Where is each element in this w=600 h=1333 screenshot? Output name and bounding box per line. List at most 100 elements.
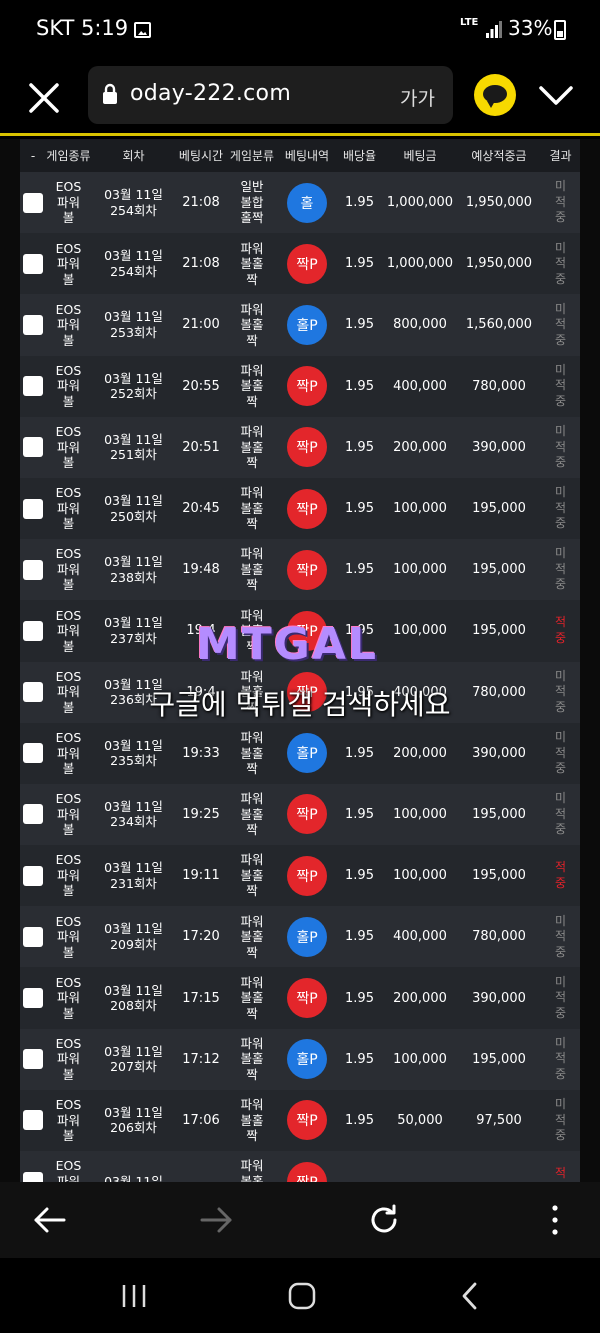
row-checkbox-cell[interactable]	[20, 1171, 46, 1182]
bet-detail-cell: 짝P	[278, 549, 336, 590]
round-cell: 03월 11일 206회차	[91, 1105, 176, 1136]
bet-time: 21:08	[182, 256, 220, 272]
row-checkbox[interactable]	[23, 437, 43, 458]
row-checkbox[interactable]	[23, 620, 43, 641]
row-checkbox[interactable]	[23, 682, 43, 703]
row-checkbox-cell[interactable]	[20, 743, 46, 764]
signal-icon	[486, 21, 502, 38]
round-date: 03월 11일	[104, 493, 163, 509]
row-checkbox[interactable]	[23, 559, 43, 580]
result-status: 미적중	[554, 730, 567, 776]
expected-payout-cell: 195,000	[457, 501, 541, 516]
more-options-icon[interactable]	[535, 1200, 575, 1240]
game-category-cell: 파워 볼홀 짝	[226, 302, 278, 349]
table-row: EOS 파워볼 03월 11일 235회차 19:33 파워 볼홀 짝 홀P 1.95 200…	[20, 722, 580, 784]
row-checkbox[interactable]	[23, 988, 43, 1009]
round-cell: 03월 11일 235회차	[91, 738, 176, 769]
row-checkbox[interactable]	[23, 1049, 43, 1070]
table-row: EOS 파워볼 03월 11일 237회차 19:4 파워 볼홀 짝 짝P 1.95 100,…	[20, 600, 580, 662]
close-icon[interactable]	[22, 76, 66, 120]
bet-detail-cell: 짝P	[278, 794, 336, 835]
lte-icon: LTE	[460, 17, 479, 28]
header-bet-time: 베팅시간	[178, 149, 224, 163]
game-type: EOS 파워볼	[55, 607, 82, 654]
row-checkbox-cell[interactable]	[20, 253, 46, 274]
result-cell: 미적중	[541, 1036, 580, 1083]
bet-time-cell: 20:51	[176, 440, 226, 455]
address-bar[interactable]: oday-222.com 가가	[88, 66, 453, 124]
expected-payout: 780,000	[472, 684, 526, 700]
expected-payout: 195,000	[472, 806, 526, 822]
row-checkbox[interactable]	[23, 314, 43, 335]
row-checkbox[interactable]	[23, 865, 43, 886]
row-checkbox[interactable]	[23, 1110, 43, 1131]
bet-history-table: - 게임종류 회차 베팅시간 게임분류 베팅내역 배당율 베팅금 예상적중금 결과 EOS 파워볼…	[20, 139, 580, 1182]
battery-icon	[554, 20, 566, 40]
row-checkbox-cell[interactable]	[20, 376, 46, 397]
row-checkbox-cell[interactable]	[20, 559, 46, 580]
text-size-button[interactable]: 가가	[400, 84, 435, 111]
row-checkbox[interactable]	[23, 1171, 43, 1182]
refresh-icon[interactable]	[364, 1200, 404, 1240]
odds-value: 1.95	[345, 1051, 374, 1067]
odds-cell: 1.95	[336, 562, 383, 577]
expected-payout-cell: 195,000	[457, 623, 541, 638]
bet-time: 17:15	[182, 990, 220, 1006]
bet-time: 17:06	[182, 1112, 220, 1128]
row-checkbox-cell[interactable]	[20, 1049, 46, 1070]
row-checkbox-cell[interactable]	[20, 926, 46, 947]
result-status: 미적중	[554, 485, 567, 531]
row-checkbox-cell[interactable]	[20, 682, 46, 703]
round-date: 03월 11일	[104, 921, 163, 937]
row-checkbox[interactable]	[23, 376, 43, 397]
row-checkbox-cell[interactable]	[20, 620, 46, 641]
bet-amount: 50,000	[397, 1112, 443, 1128]
result-status: 미적중	[554, 791, 567, 837]
game-type-cell: EOS 파워볼	[46, 1036, 91, 1083]
bet-time-cell: 21:08	[176, 195, 226, 210]
game-category: 파워 볼홀 짝	[240, 424, 264, 471]
result-status: 미적중	[554, 362, 567, 408]
back-arrow-icon[interactable]	[30, 1200, 70, 1240]
result-cell: 미적중	[541, 241, 580, 288]
round-date: 03월 11일	[104, 737, 163, 753]
row-checkbox-cell[interactable]	[20, 804, 46, 825]
row-checkbox-cell[interactable]	[20, 192, 46, 213]
round-cell: 03월 11일	[91, 1174, 176, 1182]
header-game-type: 게임종류	[46, 149, 91, 163]
round-number: 207회차	[110, 1059, 157, 1075]
result-status: 미적중	[554, 546, 567, 592]
game-category-cell: 파워 볼홀 짝	[226, 975, 278, 1022]
expected-payout: 780,000	[472, 378, 526, 394]
bet-amount: 200,000	[393, 990, 447, 1006]
row-checkbox[interactable]	[23, 253, 43, 274]
forward-arrow-icon[interactable]	[196, 1200, 236, 1240]
row-checkbox[interactable]	[23, 926, 43, 947]
row-checkbox-cell[interactable]	[20, 314, 46, 335]
round-cell: 03월 11일 254회차	[91, 187, 176, 218]
row-checkbox-cell[interactable]	[20, 1110, 46, 1131]
game-category: 파워 볼홀 짝	[240, 1158, 264, 1182]
bet-pill: 홀P	[287, 1039, 327, 1080]
row-checkbox[interactable]	[23, 498, 43, 519]
row-checkbox[interactable]	[23, 804, 43, 825]
row-checkbox[interactable]	[23, 743, 43, 764]
round-info: 03월 11일 250회차	[104, 493, 163, 524]
kakao-share-button[interactable]	[474, 74, 516, 116]
result-cell: 미적중	[541, 485, 580, 532]
odds-cell: 1.95	[336, 440, 383, 455]
expected-payout-cell: 780,000	[457, 685, 541, 700]
row-checkbox-cell[interactable]	[20, 988, 46, 1009]
game-category-cell: 파워 볼홀 짝	[226, 241, 278, 288]
chevron-down-icon[interactable]	[536, 78, 576, 114]
home-icon[interactable]	[285, 1280, 319, 1312]
round-date: 03월 11일	[104, 309, 163, 325]
row-checkbox-cell[interactable]	[20, 865, 46, 886]
row-checkbox-cell[interactable]	[20, 498, 46, 519]
game-type-cell: EOS 파워볼	[46, 791, 91, 838]
row-checkbox[interactable]	[23, 192, 43, 213]
row-checkbox-cell[interactable]	[20, 437, 46, 458]
recent-apps-icon[interactable]	[117, 1280, 151, 1312]
round-date: 03월 11일	[104, 1104, 163, 1120]
system-back-icon[interactable]	[454, 1280, 488, 1312]
